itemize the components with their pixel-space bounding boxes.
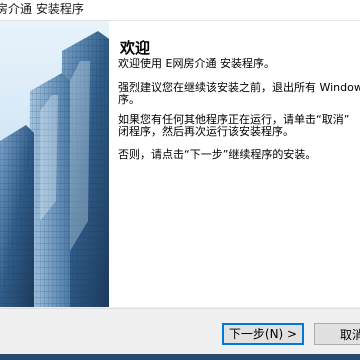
building-skyscraper-image: [0, 21, 109, 307]
welcome-heading: 欢迎: [120, 39, 151, 57]
advice-line-2: 序。: [118, 93, 140, 106]
button-bar: 下一步(N) > 取消: [0, 308, 360, 360]
installer-window: 房介通 安装程序 欢迎 欢迎使用 E网房介通 安装程序。 强烈建议您在继续该安装…: [0, 0, 360, 360]
next-button[interactable]: 下一步(N) >: [222, 323, 304, 345]
running-line-2: 闭程序，然后再次运行该安装程序。: [118, 125, 294, 138]
cancel-button[interactable]: 取消: [314, 323, 360, 345]
advice-paragraph: 强烈建议您在继续该安装之前，退出所有 Windows 序。: [118, 82, 360, 106]
wizard-content: 欢迎 欢迎使用 E网房介通 安装程序。 强烈建议您在继续该安装之前，退出所有 W…: [0, 21, 360, 307]
taskbar-strip: [0, 354, 360, 360]
welcome-text-panel: 欢迎 欢迎使用 E网房介通 安装程序。 强烈建议您在继续该安装之前，退出所有 W…: [116, 21, 360, 307]
welcome-line: 欢迎使用 E网房介通 安装程序。: [118, 57, 275, 70]
advice-line-1: 强烈建议您在继续该安装之前，退出所有 Windows: [118, 81, 360, 94]
running-programs-paragraph: 如果您有任何其他程序正在运行，请单击“取消” 闭程序，然后再次运行该安装程序。: [118, 114, 349, 138]
window-title: 房介通 安装程序: [0, 2, 84, 16]
continue-instruction: 否则，请点击“下一步”继续程序的安装。: [118, 148, 317, 161]
title-bar[interactable]: 房介通 安装程序: [0, 0, 360, 21]
